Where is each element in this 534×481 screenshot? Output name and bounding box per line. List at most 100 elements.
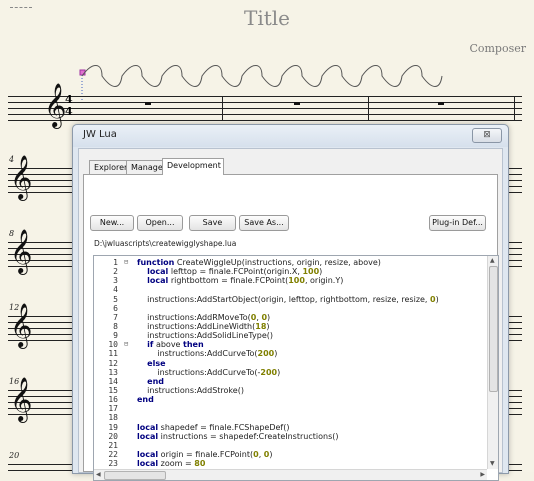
line-number: 3 [113,276,118,286]
time-signature: 4 4 [65,94,73,118]
line-number: 10 [108,340,118,350]
line-number: 21 [108,440,118,450]
fold-toggle-icon[interactable]: ⊟ [124,340,132,349]
code-text[interactable]: local zoom = 80 [137,459,205,468]
code-line[interactable]: 10 ⊟ if above then [94,340,486,349]
code-text[interactable]: else [137,359,165,368]
code-line[interactable]: 4 [94,285,486,294]
line-number: 13 [108,367,118,377]
code-text[interactable]: instructions:AddSolidLineType() [137,331,273,340]
code-line[interactable]: 3 local rightbottom = finale.FCPoint(100… [94,276,486,285]
code-line[interactable]: 9 instructions:AddSolidLineType() [94,331,486,340]
code-text[interactable]: if above then [137,340,204,349]
line-number: 1 [113,258,118,267]
code-text[interactable]: local origin = finale.FCPoint(0, 0) [137,450,272,459]
line-number: 12 [108,358,118,368]
tab-development[interactable]: Development [162,158,224,175]
code-line[interactable]: 12 else [94,359,486,368]
vertical-scrollbar[interactable]: ▲ ▼ [487,256,498,469]
close-icon: ⊠ [483,130,491,140]
code-line[interactable]: 17 [94,404,486,413]
code-line[interactable]: 20 local instructions = shapedef:CreateIn… [94,432,486,441]
code-line[interactable]: 11 instructions:AddCurveTo(200) [94,349,486,358]
code-line[interactable]: 21 [94,441,486,450]
code-line[interactable]: 1 ⊟ function CreateWiggleUp(instructions, … [94,258,486,267]
code-text[interactable]: local shapedef = finale.FCShapeDef() [137,423,290,432]
line-number: 2 [113,267,118,277]
line-number: 14 [108,376,118,386]
code-line[interactable]: 18 [94,413,486,422]
line-number: 8 [113,321,118,331]
code-text[interactable]: instructions:AddStroke() [137,386,244,395]
line-number: 5 [113,294,118,304]
code-line[interactable]: 6 [94,304,486,313]
line-number: 4 [113,285,118,295]
code-text[interactable]: end [137,395,154,404]
vertical-scroll-thumb[interactable] [489,266,498,392]
whole-rest [145,102,151,105]
line-number: 23 [108,459,118,469]
line-number: 7 [113,312,118,322]
code-line[interactable]: 14 end [94,377,486,386]
save-button[interactable]: Save [189,215,236,231]
code-line[interactable]: 8 instructions:AddLineWidth(18) [94,322,486,331]
save-as-button[interactable]: Save As... [239,215,289,231]
line-number: 19 [108,422,118,432]
plugin-def-button[interactable]: Plug-in Def... [429,215,486,231]
tab-explorer[interactable]: Explorer [89,160,131,175]
line-number: 15 [108,385,118,395]
treble-clef-icon: 𝄞 [10,303,33,347]
code-text[interactable]: instructions:AddRMoveTo(0, 0) [137,313,270,322]
new-button[interactable]: New... [90,215,134,231]
scroll-down-icon[interactable]: ▼ [490,460,495,468]
code-text[interactable]: end [137,377,164,386]
code-text[interactable]: function CreateWiggleUp(instructions, or… [137,258,381,267]
code-line[interactable]: 2 local lefttop = finale.FCPoint(origin.… [94,267,486,276]
code-text[interactable]: local rightbottom = finale.FCPoint(100, … [137,276,343,285]
code-text[interactable]: instructions:AddCurveTo(-200) [137,368,280,377]
measure-number: 20 [9,451,20,460]
line-number: 20 [108,431,118,441]
close-button[interactable]: ⊠ [472,128,502,143]
window-titlebar[interactable]: JW Lua ⊠ [73,125,508,147]
code-line[interactable]: 23 local zoom = 80 [94,459,486,468]
whole-rest [294,102,300,105]
treble-clef-icon: 𝄞 [44,83,67,127]
jw-lua-window[interactable]: JW Lua ⊠ Explorer Manager Development Ne… [72,124,509,481]
code-editor[interactable]: 1 ⊟ function CreateWiggleUp(instructions, … [93,255,499,481]
time-signature-bottom: 4 [65,105,73,118]
code-line[interactable]: 7 instructions:AddRMoveTo(0, 0) [94,313,486,322]
score-title[interactable]: Title [0,6,534,30]
staff-1[interactable] [8,96,522,121]
code-text[interactable]: local instructions = shapedef:CreateInst… [137,432,338,441]
barline [222,96,223,121]
fold-toggle-icon[interactable]: ⊟ [124,258,132,267]
scroll-right-icon[interactable]: ▶ [480,471,485,479]
horizontal-scrollbar[interactable]: ◀ ▶ [94,469,487,480]
horizontal-scroll-thumb[interactable] [104,471,166,480]
code-text[interactable]: local lefttop = finale.FCPoint(origin.X,… [137,267,322,276]
code-line[interactable]: 22 local origin = finale.FCPoint(0, 0) [94,450,486,459]
code-line[interactable]: 13 instructions:AddCurveTo(-200) [94,368,486,377]
line-number: 16 [108,395,118,405]
code-line[interactable]: 19 local shapedef = finale.FCShapeDef() [94,423,486,432]
code-line[interactable]: 16 end [94,395,486,404]
scroll-up-icon[interactable]: ▲ [490,257,495,265]
line-number: 9 [113,331,118,341]
file-path: D:\jwluascripts\createwigglyshape.lua [94,239,237,248]
code-text[interactable]: instructions:AddStartObject(origin, left… [137,295,439,304]
score-composer[interactable]: Composer [469,42,526,55]
development-pane: New... Open... Save Save As... Plug-in D… [83,174,499,481]
window-title: JW Lua [83,129,117,140]
code-text[interactable]: instructions:AddCurveTo(200) [137,349,277,358]
scroll-left-icon[interactable]: ◀ [96,471,101,479]
open-button[interactable]: Open... [137,215,183,231]
code-text[interactable]: instructions:AddLineWidth(18) [137,322,269,331]
wiggly-shape[interactable] [78,60,448,100]
treble-clef-icon: 𝄞 [10,377,33,421]
code-line[interactable]: 15 instructions:AddStroke() [94,386,486,395]
barline [514,96,515,121]
code-lines[interactable]: 1 ⊟ function CreateWiggleUp(instructions, … [94,258,486,477]
line-number: 22 [108,449,118,459]
code-line[interactable]: 5 instructions:AddStartObject(origin, le… [94,295,486,304]
